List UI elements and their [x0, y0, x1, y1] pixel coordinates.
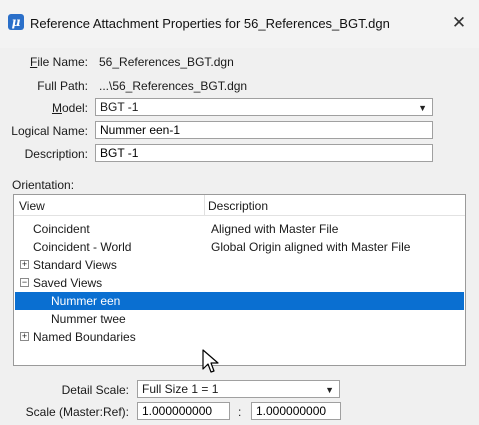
- row-view: Nummer een: [51, 294, 121, 308]
- row-view: Saved Views: [33, 276, 103, 290]
- window-title: Reference Attachment Properties for 56_R…: [30, 16, 390, 31]
- list-item[interactable]: + Standard Views: [15, 256, 464, 274]
- orientation-list[interactable]: View Description Coincident Aligned with…: [13, 194, 466, 366]
- detail-scale-label: Detail Scale:: [61, 383, 129, 397]
- mouse-cursor-icon: [202, 349, 219, 373]
- full-path-value: ...\56_References_BGT.dgn: [99, 79, 248, 93]
- row-view: Nummer twee: [51, 312, 126, 326]
- chevron-down-icon: ▼: [325, 385, 334, 395]
- row-view: Coincident - World: [33, 240, 132, 254]
- logical-name-input[interactable]: [95, 121, 433, 139]
- column-header-description[interactable]: Description: [208, 199, 268, 213]
- chevron-down-icon: ▼: [418, 103, 427, 113]
- file-name-value: 56_References_BGT.dgn: [99, 55, 234, 69]
- scale-master-ref-label: Scale (Master:Ref):: [25, 405, 129, 419]
- expand-icon[interactable]: +: [20, 332, 29, 341]
- ref-scale-input[interactable]: [251, 402, 341, 420]
- list-item[interactable]: + Named Boundaries: [15, 328, 464, 346]
- model-selected-value: BGT -1: [100, 100, 139, 114]
- orientation-label: Orientation:: [12, 178, 75, 192]
- row-description: Global Origin aligned with Master File: [211, 240, 411, 254]
- row-view: Coincident: [33, 222, 90, 236]
- column-divider[interactable]: [204, 195, 205, 215]
- list-item[interactable]: − Saved Views: [15, 274, 464, 292]
- row-view: Standard Views: [33, 258, 117, 272]
- list-item[interactable]: Coincident - World Global Origin aligned…: [15, 238, 464, 256]
- logical-name-label: Logical Name:: [11, 124, 88, 138]
- file-name-label: File Name:: [29, 55, 88, 69]
- list-header: View Description: [14, 195, 465, 216]
- master-scale-input[interactable]: [137, 402, 230, 420]
- description-input[interactable]: [95, 144, 433, 162]
- row-view: Named Boundaries: [33, 330, 136, 344]
- model-label: Model:: [51, 101, 88, 115]
- list-item[interactable]: Nummer twee: [15, 310, 464, 328]
- title-bar: μ Reference Attachment Properties for 56…: [0, 0, 479, 48]
- detail-scale-selected-value: Full Size 1 = 1: [142, 382, 219, 396]
- row-description: Aligned with Master File: [211, 222, 339, 236]
- microstation-app-icon: μ: [8, 14, 24, 30]
- full-path-label: Full Path:: [37, 79, 88, 93]
- description-label: Description:: [24, 147, 88, 161]
- detail-scale-dropdown[interactable]: Full Size 1 = 1 ▼: [137, 380, 340, 398]
- list-item[interactable]: Coincident Aligned with Master File: [15, 220, 464, 238]
- expand-icon[interactable]: +: [20, 260, 29, 269]
- scale-separator: :: [238, 405, 242, 419]
- column-header-view[interactable]: View: [19, 199, 45, 213]
- collapse-icon[interactable]: −: [20, 278, 29, 287]
- list-item-selected[interactable]: Nummer een: [15, 292, 464, 310]
- close-button[interactable]: ✕: [449, 13, 469, 33]
- model-dropdown[interactable]: BGT -1 ▼: [95, 98, 433, 116]
